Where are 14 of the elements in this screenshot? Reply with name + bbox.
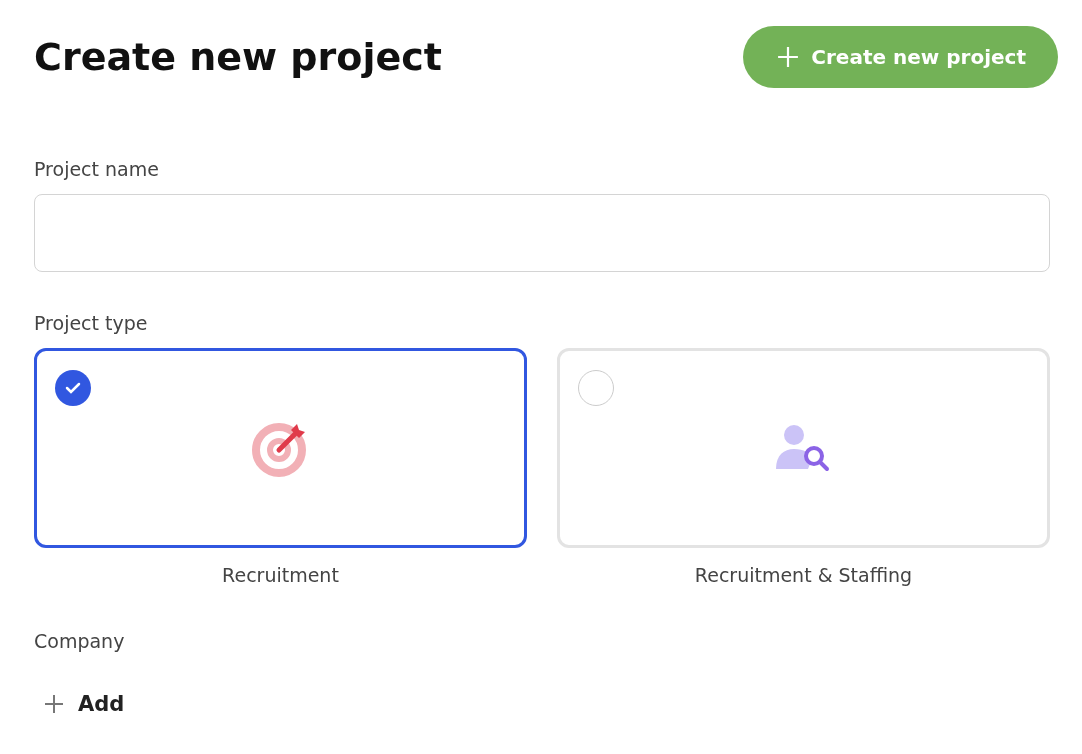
radio-button[interactable] [578, 370, 614, 406]
project-type-label: Recruitment & Staffing [694, 564, 913, 586]
project-name-input[interactable] [34, 194, 1050, 272]
page-title: Create new project [34, 35, 442, 79]
project-type-card[interactable] [34, 348, 527, 548]
plus-icon [44, 694, 64, 714]
radio-button[interactable] [55, 370, 91, 406]
project-type-label: Recruitment [222, 564, 339, 586]
field-label: Company [34, 630, 126, 652]
check-icon [65, 382, 81, 394]
field-label: Project type [34, 312, 149, 334]
field-label: Project name [34, 158, 160, 180]
add-company-button[interactable]: Add [34, 692, 125, 716]
plus-icon [777, 46, 800, 68]
